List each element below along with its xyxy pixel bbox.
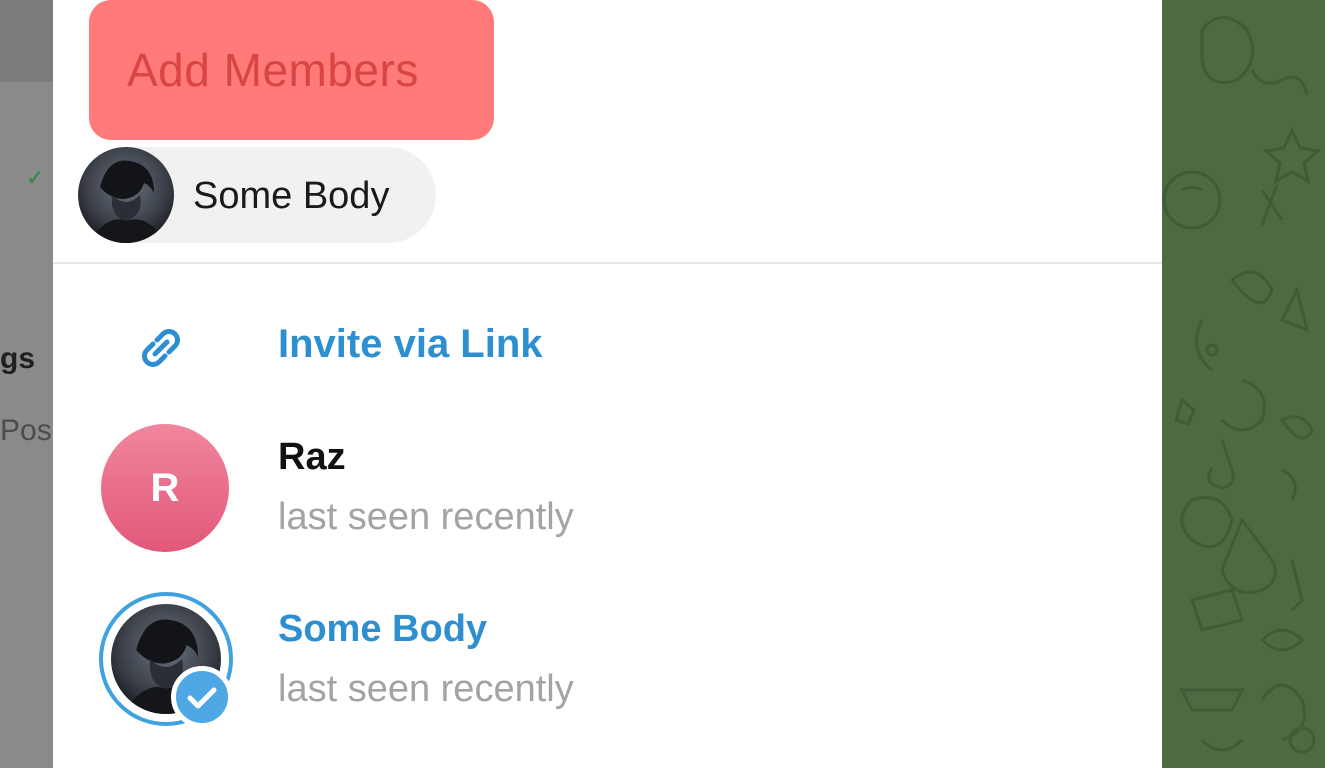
invite-label: Invite via Link xyxy=(278,322,543,366)
contact-status: last seen recently xyxy=(278,496,574,538)
link-icon xyxy=(133,320,189,376)
contact-row[interactable]: R Raz last seen recently xyxy=(53,424,1162,574)
contact-name: Raz xyxy=(278,436,346,478)
background-header xyxy=(0,0,60,82)
dialog-title: Add Members xyxy=(127,44,419,96)
chat-background-pattern xyxy=(1162,0,1325,768)
invite-via-link-button[interactable]: Invite via Link xyxy=(53,300,1162,390)
avatar xyxy=(78,147,174,243)
background-chat-list: ✓ gs Pos xyxy=(0,0,60,768)
background-text-fragment: gs xyxy=(0,342,36,375)
background-text-fragment: Pos xyxy=(0,414,52,447)
selected-member-chip[interactable]: Some Body xyxy=(78,147,436,243)
contact-name: Some Body xyxy=(278,608,488,650)
title-highlight: Add Members xyxy=(89,0,494,140)
checkmark-icon xyxy=(171,666,233,728)
divider xyxy=(53,262,1162,264)
read-check-icon: ✓ xyxy=(26,165,45,190)
add-members-dialog: Add Members Some Body Invite via Link R … xyxy=(53,0,1162,768)
chip-label: Some Body xyxy=(193,175,390,217)
avatar: R xyxy=(101,424,229,552)
contact-status: last seen recently xyxy=(278,668,574,710)
contact-row[interactable]: Some Body last seen recently xyxy=(53,592,1162,746)
